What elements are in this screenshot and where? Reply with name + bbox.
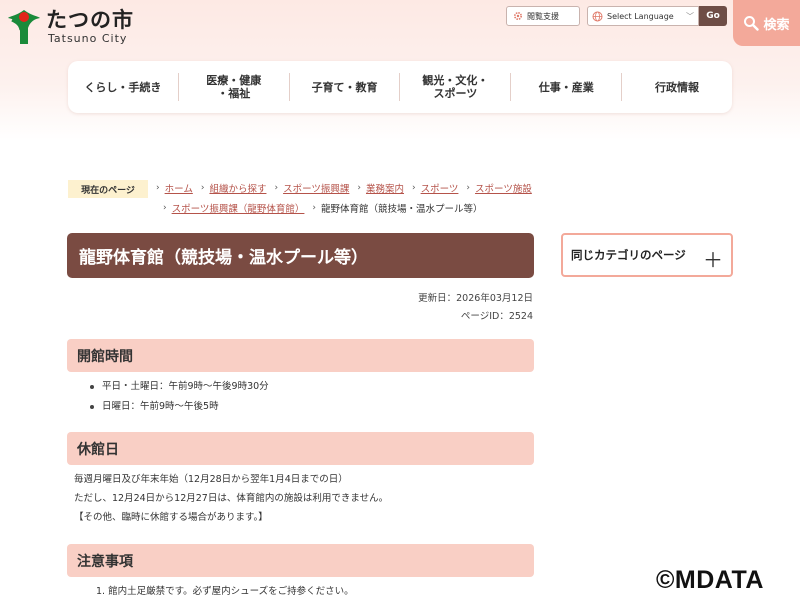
breadcrumb-line-2: › スポーツ振興課（龍野体育館） › 龍野体育館（競技場・温水プール等） bbox=[155, 201, 483, 215]
logo-subtitle: Tatsuno City bbox=[48, 31, 128, 45]
list-item: 日曜日：午前9時～午後5時 bbox=[88, 397, 269, 417]
search-label: 検索 bbox=[763, 17, 790, 33]
language-select[interactable]: Select Language ﹀ bbox=[587, 6, 699, 26]
closed-days-text: 毎週月曜日及び年末年始（12月28日から翌年1月4日までの日） ただし、12月2… bbox=[74, 470, 388, 527]
chevron-right-icon: › bbox=[200, 183, 205, 193]
updated-date: 更新日：2026年03月12日 bbox=[418, 293, 533, 304]
breadcrumb-current: 龍野体育館（競技場・温水プール等） bbox=[321, 204, 483, 215]
breadcrumb-label: 現在のページ bbox=[68, 180, 148, 198]
chevron-right-icon: › bbox=[156, 183, 160, 193]
site-logo[interactable]: たつの市 Tatsuno City bbox=[6, 4, 166, 48]
paragraph-line: 毎週月曜日及び年末年始（12月28日から翌年1月4日までの日） bbox=[74, 474, 348, 485]
breadcrumb-link-sports[interactable]: スポーツ bbox=[421, 181, 459, 195]
breadcrumb-link-gym[interactable]: スポーツ振興課（龍野体育館） bbox=[172, 201, 305, 215]
same-category-toggle[interactable]: 同じカテゴリのページ ＋ bbox=[561, 233, 733, 277]
read-support-label: 閲覧支援 bbox=[527, 11, 559, 21]
global-nav: くらし・手続き 医療・健康 ・福祉 子育て・教育 観光・文化・ スポーツ 仕事・… bbox=[68, 61, 732, 113]
nav-item-living[interactable]: くらし・手続き bbox=[68, 73, 179, 101]
section-heading-closed: 休館日 bbox=[67, 432, 534, 465]
gear-icon bbox=[513, 11, 523, 21]
list-item: 平日・土曜日：午前9時～午後9時30分 bbox=[88, 377, 269, 397]
section-heading-notes: 注意事項 bbox=[67, 544, 534, 577]
chevron-right-icon: › bbox=[412, 183, 416, 193]
nav-item-health-label: 医療・健康 ・福祉 bbox=[206, 74, 262, 100]
breadcrumb-link-sports-dept[interactable]: スポーツ振興課 bbox=[283, 181, 349, 195]
chevron-right-icon: › bbox=[274, 183, 279, 193]
chevron-right-icon: › bbox=[163, 203, 167, 213]
read-support-button[interactable]: 閲覧支援 bbox=[506, 6, 580, 26]
breadcrumb: › ホーム › 組織から探す › スポーツ振興課 › 業務案内 › スポーツ › スポーツ施… bbox=[148, 181, 532, 195]
breadcrumb-link-home[interactable]: ホーム bbox=[165, 181, 193, 195]
globe-icon bbox=[592, 11, 603, 21]
nav-item-tourism-label: 観光・文化・ スポーツ bbox=[422, 74, 489, 100]
breadcrumb-link-organization[interactable]: 組織から探す bbox=[209, 181, 266, 195]
language-select-label: Select Language bbox=[607, 11, 674, 21]
logo-title: たつの市 bbox=[46, 7, 134, 32]
same-category-label: 同じカテゴリのページ bbox=[571, 248, 686, 262]
paragraph-line: 【その他、臨時に休館する場合があります。】 bbox=[74, 512, 268, 523]
breadcrumb-link-facilities[interactable]: スポーツ施設 bbox=[475, 181, 532, 195]
nav-item-business[interactable]: 仕事・産業 bbox=[511, 73, 623, 101]
search-button[interactable]: 検索 bbox=[733, 0, 800, 46]
city-emblem-icon bbox=[6, 6, 42, 46]
page-id: ページID：2524 bbox=[460, 311, 533, 322]
plus-icon: ＋ bbox=[703, 248, 723, 272]
hours-list: 平日・土曜日：午前9時～午後9時30分 日曜日：午前9時～午後5時 bbox=[88, 377, 269, 417]
watermark: ©MDATA bbox=[656, 566, 764, 594]
page-title: 龍野体育館（競技場・温水プール等） bbox=[67, 233, 534, 278]
chevron-right-icon: › bbox=[357, 183, 361, 193]
notes-list: 1. 館内土足厳禁です。必ず屋内シューズをご持参ください。 bbox=[96, 582, 354, 600]
nav-item-government[interactable]: 行政情報 bbox=[622, 73, 732, 101]
nav-item-childcare[interactable]: 子育て・教育 bbox=[290, 73, 401, 101]
breadcrumb-link-services[interactable]: 業務案内 bbox=[366, 181, 404, 195]
nav-item-health[interactable]: 医療・健康 ・福祉 bbox=[179, 73, 290, 101]
language-go-button[interactable]: Go bbox=[699, 6, 727, 26]
chevron-right-icon: › bbox=[466, 183, 471, 193]
list-item: 1. 館内土足厳禁です。必ず屋内シューズをご持参ください。 bbox=[96, 586, 354, 597]
chevron-down-icon: ﹀ bbox=[686, 12, 694, 21]
paragraph-line: ただし、12月24日から12月27日は、体育館内の施設は利用できません。 bbox=[74, 493, 389, 504]
chevron-right-icon: › bbox=[312, 203, 317, 213]
nav-item-tourism[interactable]: 観光・文化・ スポーツ bbox=[400, 73, 512, 101]
section-heading-hours: 開館時間 bbox=[67, 339, 534, 372]
search-icon bbox=[744, 16, 760, 31]
